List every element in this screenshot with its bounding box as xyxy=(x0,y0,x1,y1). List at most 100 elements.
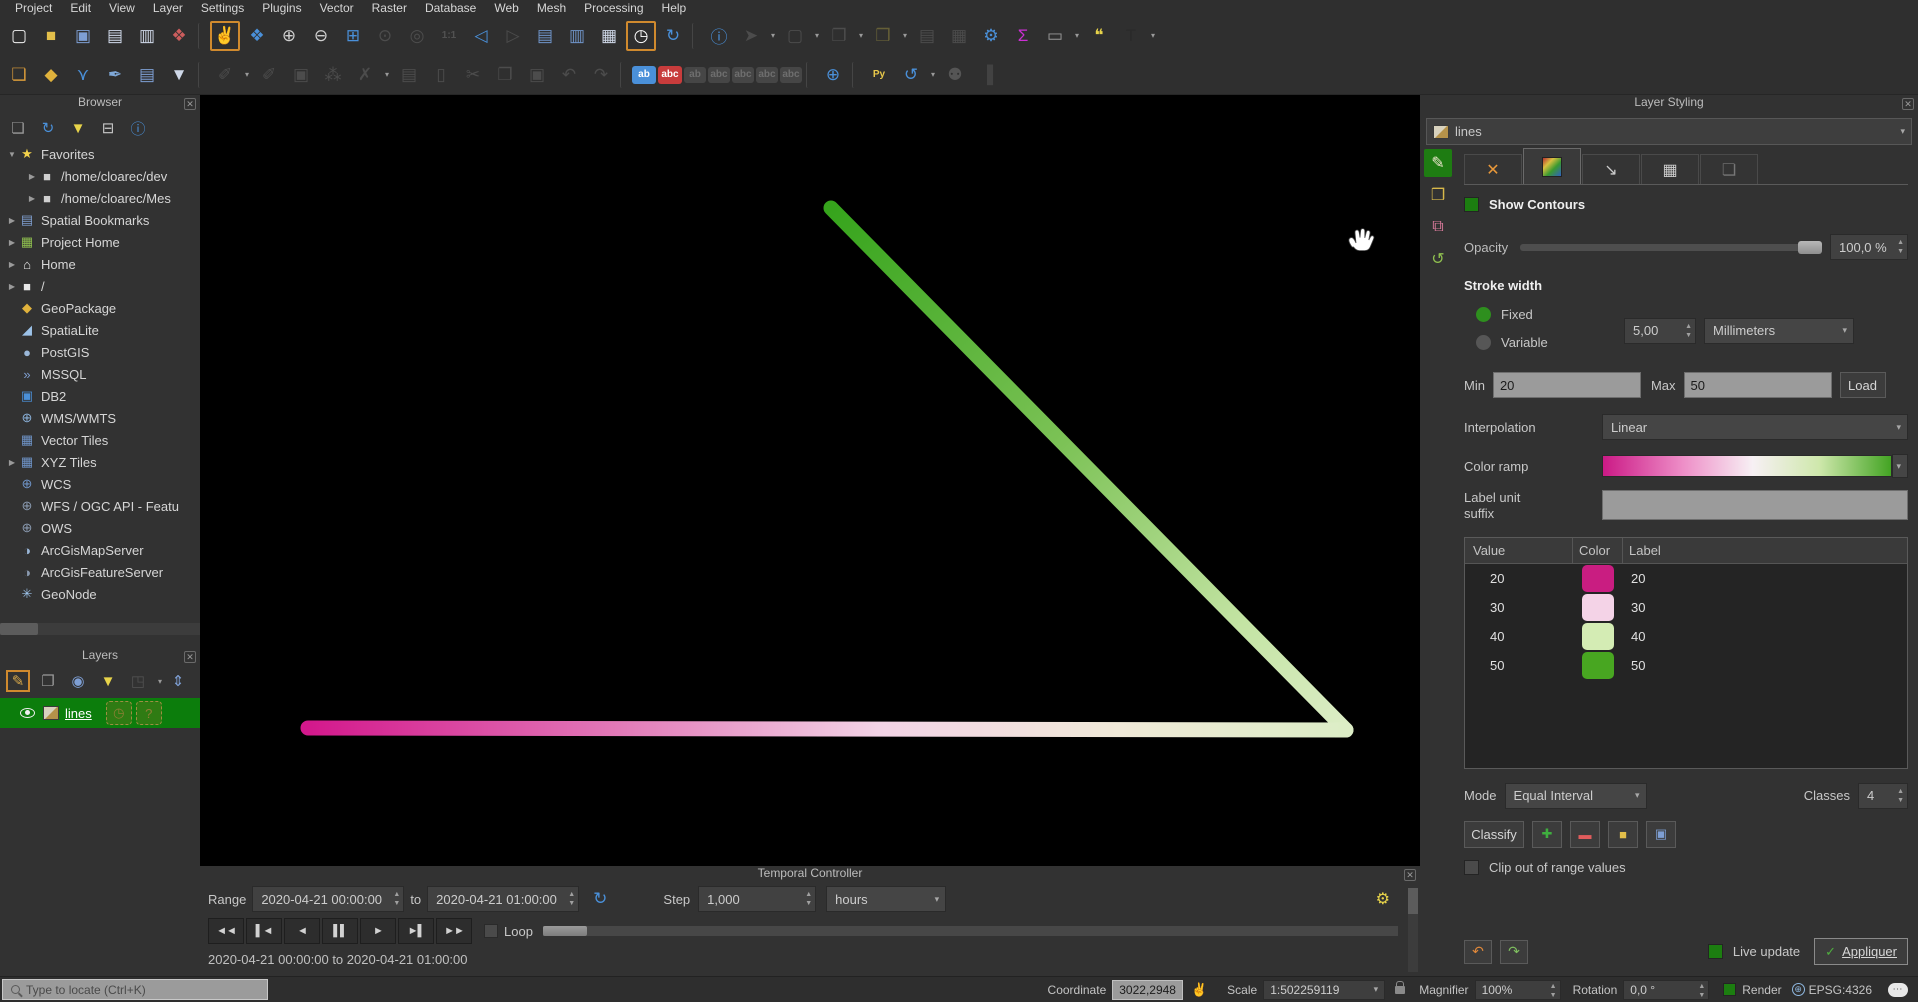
coordinate-value[interactable]: 3022,2948 xyxy=(1112,980,1183,1000)
tab-averaging[interactable]: ❏ xyxy=(1700,154,1758,184)
plugin-panel-icon[interactable]: ▐ xyxy=(972,60,1002,90)
class-value[interactable]: 50 xyxy=(1465,658,1573,673)
label-tool-icon[interactable]: abc xyxy=(780,67,802,83)
spinner-arrows-icon[interactable]: ▲▼ xyxy=(1685,322,1692,340)
expand-arrow-icon[interactable]: ▶ xyxy=(6,216,18,225)
spinner-arrows-icon[interactable]: ▲▼ xyxy=(1698,982,1705,1000)
label-unit-suffix-input[interactable] xyxy=(1602,490,1908,520)
stroke-width-unit-select[interactable]: Millimeters xyxy=(1704,318,1854,344)
label-tool-icon[interactable]: abc xyxy=(708,67,730,83)
dropdown-arrow-icon[interactable]: ▾ xyxy=(900,21,910,51)
tab-vectors[interactable]: ↘ xyxy=(1582,154,1640,184)
opacity-spinbox[interactable]: 100,0 % ▲▼ xyxy=(1830,234,1908,260)
variable-radio[interactable] xyxy=(1476,335,1491,350)
toolbar-separator[interactable] xyxy=(806,62,814,88)
refresh-browser-icon[interactable]: ↻ xyxy=(36,117,60,139)
browser-item-geonode[interactable]: ✳ GeoNode xyxy=(0,583,200,605)
map-tips-icon[interactable]: ❝ xyxy=(1084,21,1114,51)
layer-name[interactable]: lines xyxy=(65,706,92,721)
select-by-value-icon[interactable]: ❐ xyxy=(824,21,854,51)
undo-icon[interactable]: ↶ xyxy=(554,60,584,90)
range-start-input[interactable]: 2020-04-21 00:00:00 ▲▼ xyxy=(252,886,404,912)
zoom-out-icon[interactable]: ⊖ xyxy=(306,21,336,51)
class-label[interactable]: 30 xyxy=(1623,600,1907,615)
spinner-arrows-icon[interactable]: ▲▼ xyxy=(393,890,400,908)
zoom-next-icon[interactable]: ▷ xyxy=(498,21,528,51)
play-button[interactable]: ► xyxy=(360,918,396,944)
menu-view[interactable]: View xyxy=(100,1,144,15)
show-contours-checkbox[interactable] xyxy=(1464,197,1479,212)
expand-collapse-all-icon[interactable]: ⇕ xyxy=(166,670,190,692)
expand-arrow-icon[interactable]: ▶ xyxy=(6,238,18,247)
undo-style-button[interactable]: ↶ xyxy=(1464,940,1492,964)
dropdown-arrow-icon[interactable]: ▾ xyxy=(1072,21,1082,51)
class-value[interactable]: 30 xyxy=(1465,600,1573,615)
dropdown-arrow-icon[interactable]: ▾ xyxy=(928,60,938,90)
collapse-all-icon[interactable]: ⊟ xyxy=(96,117,120,139)
dropdown-arrow-icon[interactable]: ▾ xyxy=(382,60,392,90)
new-mesh-icon[interactable]: ▤ xyxy=(132,60,162,90)
zoom-native-icon[interactable]: 1:1 xyxy=(434,21,464,51)
close-icon[interactable]: ✕ xyxy=(184,651,196,663)
pause-button[interactable]: ▌▌ xyxy=(322,918,358,944)
python-console-icon[interactable]: Py xyxy=(864,60,894,90)
plugin-bug-icon[interactable]: ⚉ xyxy=(940,60,970,90)
class-label[interactable]: 20 xyxy=(1623,571,1907,586)
show-bookmarks-icon[interactable]: ▥ xyxy=(562,21,592,51)
browser-item-spatialite[interactable]: ◢ SpatiaLite xyxy=(0,319,200,341)
browser-item-wms[interactable]: ⊕ WMS/WMTS xyxy=(0,407,200,429)
loop-checkbox[interactable] xyxy=(484,924,498,938)
locate-input[interactable] xyxy=(26,983,246,997)
browser-item-root[interactable]: ▶ ■ / xyxy=(0,275,200,297)
close-icon[interactable]: ✕ xyxy=(184,98,196,110)
expand-arrow-icon[interactable]: ▶ xyxy=(6,282,18,291)
browser-item-favorites[interactable]: ▼ ★ Favorites xyxy=(0,143,200,165)
expand-arrow-icon[interactable]: ▶ xyxy=(6,260,18,269)
min-input[interactable]: 20 xyxy=(1493,372,1641,398)
time-slider[interactable] xyxy=(543,926,1398,936)
datasource-manager-icon[interactable]: ❏ xyxy=(4,60,34,90)
dropdown-arrow-icon[interactable]: ▾ xyxy=(156,670,164,692)
browser-item-vector-tiles[interactable]: ▦ Vector Tiles xyxy=(0,429,200,451)
3d-view-tab-icon[interactable]: ❒ xyxy=(1424,181,1452,209)
classes-spinbox[interactable]: 4 ▲▼ xyxy=(1858,783,1908,809)
text-annotation-icon[interactable]: T xyxy=(1116,21,1146,51)
toolbar-separator[interactable] xyxy=(620,62,628,88)
interpolation-select[interactable]: Linear xyxy=(1602,414,1908,440)
browser-item-geopackage[interactable]: ◆ GeoPackage xyxy=(0,297,200,319)
menu-layer[interactable]: Layer xyxy=(144,1,192,15)
class-label[interactable]: 50 xyxy=(1623,658,1907,673)
cut-features-icon[interactable]: ✂ xyxy=(458,60,488,90)
fixed-radio[interactable] xyxy=(1476,307,1491,322)
table-row[interactable]: 50 50 xyxy=(1465,651,1907,680)
class-color-swatch[interactable] xyxy=(1582,623,1614,650)
add-class-button[interactable]: ✚ xyxy=(1532,821,1562,848)
map-canvas[interactable] xyxy=(200,95,1420,866)
redo-icon[interactable]: ↷ xyxy=(586,60,616,90)
filter-by-expression-icon[interactable]: ◳ xyxy=(126,670,150,692)
class-color-swatch[interactable] xyxy=(1582,594,1614,621)
column-header-color[interactable]: Color xyxy=(1573,538,1623,563)
color-ramp-dropdown-icon[interactable] xyxy=(1892,454,1908,478)
browser-item-home-dev[interactable]: ▶ ■ /home/cloarec/dev xyxy=(0,165,200,187)
magnifier-spinbox[interactable]: 100% ▲▼ xyxy=(1475,980,1561,1000)
skip-to-end-button[interactable]: ►▌ xyxy=(398,918,434,944)
layer-diagram-icon[interactable]: abc xyxy=(658,66,682,84)
dropdown-arrow-icon[interactable]: ▾ xyxy=(768,21,778,51)
open-project-icon[interactable]: ■ xyxy=(36,21,66,51)
toolbar-separator[interactable] xyxy=(692,23,700,49)
browser-item-home[interactable]: ▶ ⌂ Home xyxy=(0,253,200,275)
step-input[interactable]: 1,000 ▲▼ xyxy=(698,886,816,912)
pan-to-selection-icon[interactable]: ❖ xyxy=(242,21,272,51)
expand-arrow-icon[interactable]: ▶ xyxy=(26,172,38,181)
layer-visibility-eye-icon[interactable] xyxy=(20,708,35,718)
expand-arrow-icon[interactable]: ▶ xyxy=(26,194,38,203)
zoom-full-icon[interactable]: ⊞ xyxy=(338,21,368,51)
processing-toolbox-icon[interactable]: ⚙ xyxy=(976,21,1006,51)
layer-row-lines[interactable]: lines ◷ ? xyxy=(0,698,200,728)
browser-item-arcgis-map[interactable]: ◑ ArcGisMapServer xyxy=(0,539,200,561)
tab-mesh-settings[interactable]: ✕ xyxy=(1464,154,1522,184)
zoom-to-layer-icon[interactable]: ◎ xyxy=(402,21,432,51)
max-input[interactable]: 50 xyxy=(1684,372,1832,398)
label-tool-icon[interactable]: abc xyxy=(756,67,778,83)
